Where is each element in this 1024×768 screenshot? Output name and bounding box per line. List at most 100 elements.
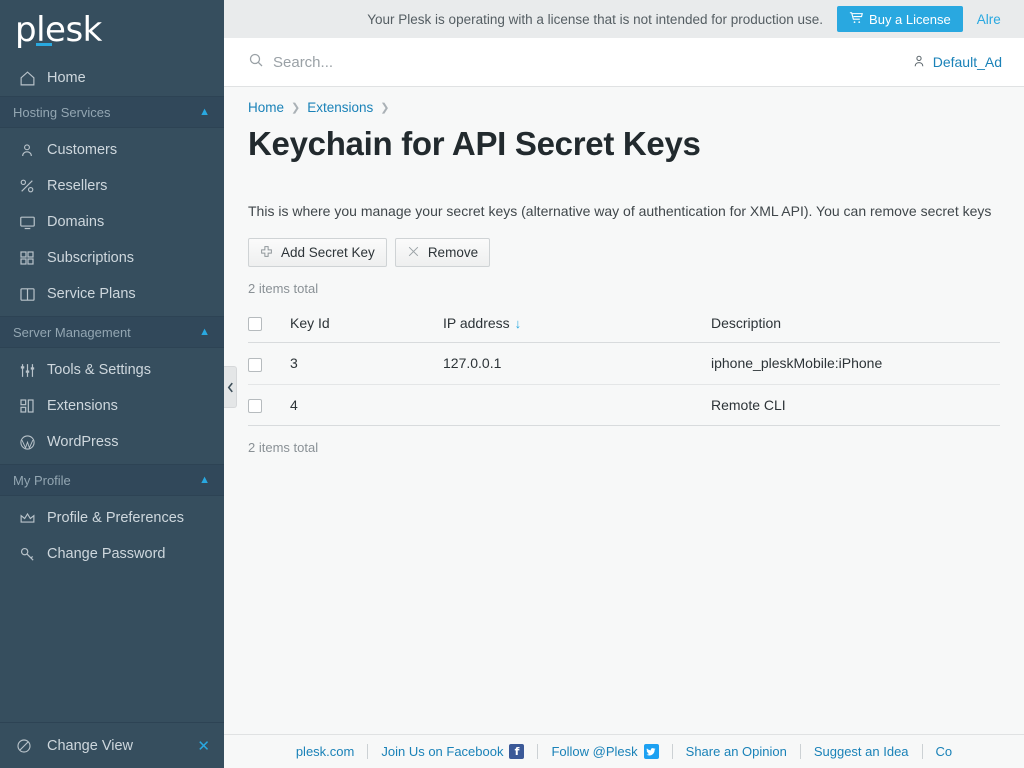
sidebar-section-title: Server Management <box>13 325 131 340</box>
sidebar-item-label: Tools & Settings <box>47 362 151 378</box>
key-icon <box>16 544 38 564</box>
footer-link-twitter[interactable]: Follow @Plesk <box>538 744 671 759</box>
close-icon[interactable]: ✕ <box>197 737 210 755</box>
footer-link-suggest-idea[interactable]: Suggest an Idea <box>801 744 922 759</box>
select-all-checkbox[interactable] <box>248 317 262 331</box>
column-description[interactable]: Description <box>711 306 1000 343</box>
home-icon <box>16 68 38 88</box>
cell-key-id: 4 <box>290 384 443 425</box>
logo-underline <box>36 43 52 46</box>
twitter-icon <box>644 744 659 759</box>
cell-ip-address: 127.0.0.1 <box>443 343 711 384</box>
sidebar-section-my-profile[interactable]: My Profile ▲ <box>0 464 224 496</box>
sidebar-group-hosting-services: Customers Resellers Domains <box>0 128 224 316</box>
sidebar-item-domains[interactable]: Domains <box>0 204 224 240</box>
cell-description: iphone_pleskMobile:iPhone <box>711 343 1000 384</box>
search-input[interactable] <box>273 54 593 71</box>
column-ip-address[interactable]: IP address↓ <box>443 306 711 343</box>
sidebar-item-customers[interactable]: Customers <box>0 132 224 168</box>
row-checkbox[interactable] <box>248 399 262 413</box>
cell-key-id: 3 <box>290 343 443 384</box>
sidebar-item-label: WordPress <box>47 434 118 450</box>
sidebar-item-subscriptions[interactable]: Subscriptions <box>0 240 224 276</box>
sidebar-item-tools-settings[interactable]: Tools & Settings <box>0 352 224 388</box>
page-description: This is where you manage your secret key… <box>248 203 1000 219</box>
sidebar-item-change-password[interactable]: Change Password <box>0 536 224 572</box>
user-icon <box>16 140 38 160</box>
footer-link-facebook[interactable]: Join Us on Facebook f <box>368 744 537 759</box>
sidebar-item-profile-preferences[interactable]: Profile & Preferences <box>0 500 224 536</box>
footer-link-twitter-label: Follow @Plesk <box>551 744 637 759</box>
cross-icon <box>407 245 420 261</box>
crown-icon <box>16 508 38 528</box>
sidebar-group-server-management: Tools & Settings Extensions <box>0 348 224 464</box>
breadcrumb-item-extensions[interactable]: Extensions <box>307 100 373 115</box>
sidebar-group-my-profile: Profile & Preferences Change Password <box>0 496 224 576</box>
monitor-icon <box>16 212 38 232</box>
table-row[interactable]: 3 127.0.0.1 iphone_pleskMobile:iPhone <box>248 343 1000 384</box>
sidebar-item-label: Resellers <box>47 178 107 194</box>
sidebar-collapse-handle[interactable] <box>224 366 237 408</box>
sidebar-item-resellers[interactable]: Resellers <box>0 168 224 204</box>
sidebar-item-label: Home <box>47 70 86 86</box>
sidebar-item-wordpress[interactable]: WordPress <box>0 424 224 460</box>
user-menu[interactable]: Default_Ad <box>912 54 1002 71</box>
license-message: Your Plesk is operating with a license t… <box>367 12 823 27</box>
buy-license-button[interactable]: Buy a License <box>837 6 963 32</box>
sidebar: plesk Home Hosting Services ▲ Cust <box>0 0 224 768</box>
breadcrumb-item-home[interactable]: Home <box>248 100 284 115</box>
breadcrumb-separator: ❯ <box>291 101 300 114</box>
table-row[interactable]: 4 Remote CLI <box>248 384 1000 425</box>
search-box[interactable] <box>248 52 912 73</box>
footer-link-plesk-com[interactable]: plesk.com <box>283 744 368 759</box>
table-header-row: Key Id IP address↓ Description <box>248 306 1000 343</box>
chevron-up-icon[interactable]: ▲ <box>199 107 210 118</box>
sidebar-section-title: My Profile <box>13 473 71 488</box>
plus-icon <box>260 245 273 261</box>
page-title: Keychain for API Secret Keys <box>248 125 1000 163</box>
row-checkbox-cell <box>248 343 290 384</box>
column-key-id[interactable]: Key Id <box>290 306 443 343</box>
add-secret-key-label: Add Secret Key <box>281 245 375 260</box>
license-banner: Your Plesk is operating with a license t… <box>224 0 1024 38</box>
cell-ip-address <box>443 384 711 425</box>
footer-link-facebook-label: Join Us on Facebook <box>381 744 503 759</box>
sidebar-item-label: Subscriptions <box>47 250 134 266</box>
book-icon <box>16 284 38 304</box>
grid-icon <box>16 248 38 268</box>
sidebar-section-hosting-services[interactable]: Hosting Services ▲ <box>0 96 224 128</box>
footer-link-share-opinion[interactable]: Share an Opinion <box>673 744 800 759</box>
sidebar-item-label: Change Password <box>47 546 166 562</box>
change-view-label: Change View <box>47 738 133 754</box>
sidebar-item-extensions[interactable]: Extensions <box>0 388 224 424</box>
cell-description: Remote CLI <box>711 384 1000 425</box>
plesk-logo[interactable]: plesk <box>0 0 224 60</box>
arrow-down-icon: ↓ <box>515 316 522 331</box>
add-secret-key-button[interactable]: Add Secret Key <box>248 238 387 267</box>
user-icon <box>912 54 926 71</box>
secret-keys-table: Key Id IP address↓ Description 3 127.0.0… <box>248 306 1000 426</box>
sidebar-item-home[interactable]: Home <box>0 60 224 96</box>
wordpress-icon <box>16 432 38 452</box>
cart-icon <box>849 11 863 28</box>
buy-license-label: Buy a License <box>869 12 951 27</box>
sliders-icon <box>16 360 38 380</box>
already-have-license-link[interactable]: Alre <box>977 12 1001 27</box>
row-checkbox[interactable] <box>248 358 262 372</box>
main-area: Your Plesk is operating with a license t… <box>224 0 1024 768</box>
plesk-admin-page: plesk Home Hosting Services ▲ Cust <box>0 0 1024 768</box>
remove-button[interactable]: Remove <box>395 238 490 267</box>
search-row: Default_Ad <box>224 38 1024 87</box>
sidebar-item-label: Domains <box>47 214 104 230</box>
sidebar-item-service-plans[interactable]: Service Plans <box>0 276 224 312</box>
chevron-up-icon[interactable]: ▲ <box>199 327 210 338</box>
items-total-top: 2 items total <box>248 281 1000 296</box>
remove-label: Remove <box>428 245 478 260</box>
user-name: Default_Ad <box>933 54 1002 70</box>
blocks-icon <box>16 396 38 416</box>
chevron-up-icon[interactable]: ▲ <box>199 475 210 486</box>
sidebar-item-label: Customers <box>47 142 117 158</box>
change-view-button[interactable]: Change View ✕ <box>0 722 224 768</box>
footer-link-contact[interactable]: Co <box>923 744 966 759</box>
sidebar-section-server-management[interactable]: Server Management ▲ <box>0 316 224 348</box>
